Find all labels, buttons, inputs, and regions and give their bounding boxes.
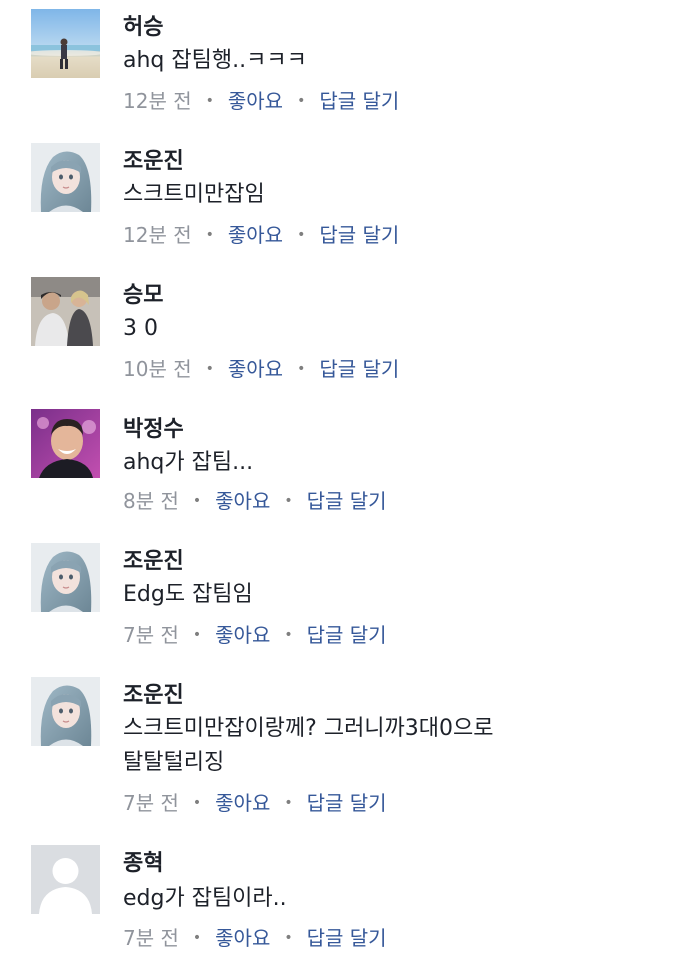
separator-dot: • [205, 361, 214, 377]
reply-button[interactable]: 답글 달기 [319, 222, 399, 248]
separator-dot: • [205, 227, 214, 243]
reply-button[interactable]: 답글 달기 [307, 622, 387, 648]
comment-text: 스크트미만잡임 [123, 182, 265, 207]
comment-timestamp[interactable]: 7분 전 [123, 925, 179, 951]
anime-girl-avatar[interactable] [31, 677, 100, 746]
beach-photo-avatar[interactable] [31, 9, 100, 78]
comment-text-line-2: 탈탈털리징 [123, 750, 225, 775]
separator-dot: • [284, 627, 293, 643]
separator-dot: • [205, 93, 214, 109]
comment-text: 3 0 [123, 316, 158, 341]
comment-text: 스크트미만잡이랑께? 그러니까3대0으로 [123, 716, 494, 741]
anime-girl-avatar[interactable] [31, 543, 100, 612]
comment-meta: 7분 전 • 좋아요 • 답글 달기 [123, 622, 387, 648]
comment-author[interactable]: 조운진 [123, 148, 184, 176]
comment-timestamp[interactable]: 7분 전 [123, 790, 179, 816]
comment-text: ahq가 잡팀... [123, 450, 254, 475]
comment-timestamp[interactable]: 10분 전 [123, 356, 192, 382]
like-button[interactable]: 좋아요 [228, 88, 283, 114]
comment-author[interactable]: 승모 [123, 282, 163, 310]
default-silhouette-avatar[interactable] [31, 845, 100, 914]
like-button[interactable]: 좋아요 [228, 222, 283, 248]
comment-author[interactable]: 조운진 [123, 548, 184, 576]
comment-text: Edg도 잡팀임 [123, 582, 253, 607]
reply-button[interactable]: 답글 달기 [307, 488, 387, 514]
comment-author[interactable]: 허승 [123, 14, 163, 42]
like-button[interactable]: 좋아요 [215, 488, 270, 514]
separator-dot: • [297, 227, 306, 243]
reply-button[interactable]: 답글 달기 [307, 925, 387, 951]
separator-dot: • [297, 361, 306, 377]
comment-timestamp[interactable]: 8분 전 [123, 488, 179, 514]
comment-meta: 12분 전 • 좋아요 • 답글 달기 [123, 222, 399, 248]
reply-button[interactable]: 답글 달기 [307, 790, 387, 816]
comment-timestamp[interactable]: 12분 전 [123, 88, 192, 114]
like-button[interactable]: 좋아요 [215, 622, 270, 648]
comment-meta: 7분 전 • 좋아요 • 답글 달기 [123, 790, 387, 816]
comment-meta: 8분 전 • 좋아요 • 답글 달기 [123, 488, 387, 514]
comment-author[interactable]: 조운진 [123, 682, 184, 710]
separator-dot: • [297, 93, 306, 109]
comment-text: ahq 잡팀행..ㅋㅋㅋ [123, 48, 307, 73]
comment-meta: 10분 전 • 좋아요 • 답글 달기 [123, 356, 399, 382]
comment-timestamp[interactable]: 7분 전 [123, 622, 179, 648]
separator-dot: • [284, 795, 293, 811]
separator-dot: • [192, 493, 202, 509]
like-button[interactable]: 좋아요 [215, 925, 270, 951]
separator-dot: • [192, 795, 202, 811]
separator-dot: • [284, 930, 293, 946]
anime-girl-avatar[interactable] [31, 143, 100, 212]
comment-timestamp[interactable]: 12분 전 [123, 222, 192, 248]
comment-meta: 7분 전 • 좋아요 • 답글 달기 [123, 925, 387, 951]
like-button[interactable]: 좋아요 [215, 790, 270, 816]
like-button[interactable]: 좋아요 [228, 356, 283, 382]
two-people-photo-avatar[interactable] [31, 277, 100, 346]
reply-button[interactable]: 답글 달기 [319, 88, 399, 114]
separator-dot: • [192, 627, 202, 643]
separator-dot: • [284, 493, 293, 509]
comment-author[interactable]: 종혁 [123, 850, 163, 878]
reply-button[interactable]: 답글 달기 [319, 356, 399, 382]
comment-text: edg가 잡팀이라.. [123, 886, 287, 911]
comment-meta: 12분 전 • 좋아요 • 답글 달기 [123, 88, 399, 114]
comment-author[interactable]: 박정수 [123, 416, 184, 444]
smiling-man-photo-avatar[interactable] [31, 409, 100, 478]
separator-dot: • [192, 930, 202, 946]
